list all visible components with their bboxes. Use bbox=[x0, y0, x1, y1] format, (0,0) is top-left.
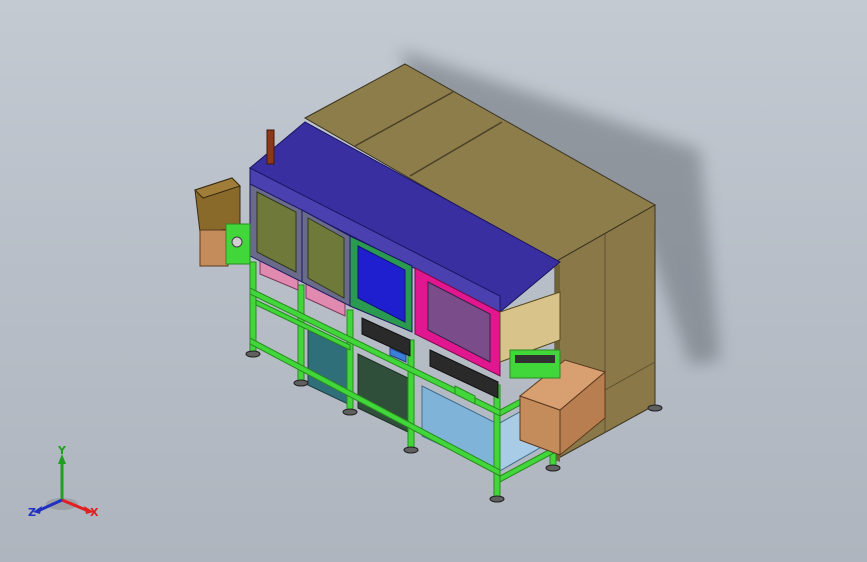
output-conveyor bbox=[509, 349, 561, 379]
leveling-foot bbox=[647, 404, 663, 412]
y-axis-label: Y bbox=[57, 446, 67, 457]
leveling-foot bbox=[293, 379, 309, 387]
leveling-foot bbox=[489, 495, 505, 503]
frame-post bbox=[407, 339, 415, 449]
frame-post bbox=[493, 384, 501, 498]
axis-triad: Y X Z bbox=[28, 446, 99, 519]
machine-assembly-model[interactable] bbox=[0, 0, 867, 562]
feeder-lower-box bbox=[199, 229, 229, 267]
leveling-foot bbox=[403, 446, 419, 454]
green-stand bbox=[454, 385, 476, 405]
stack-light bbox=[266, 129, 275, 165]
feeder-roller bbox=[231, 236, 243, 248]
left-feeder bbox=[194, 177, 251, 267]
leveling-foot bbox=[545, 464, 561, 472]
leveling-foot bbox=[342, 408, 358, 416]
output-rollers bbox=[515, 355, 555, 363]
x-axis-label: X bbox=[90, 506, 99, 519]
cad-viewport[interactable]: Y X Z bbox=[0, 0, 867, 562]
z-axis-label: Z bbox=[28, 506, 36, 519]
leveling-foot bbox=[245, 350, 261, 358]
tank-light-blue bbox=[421, 385, 499, 473]
